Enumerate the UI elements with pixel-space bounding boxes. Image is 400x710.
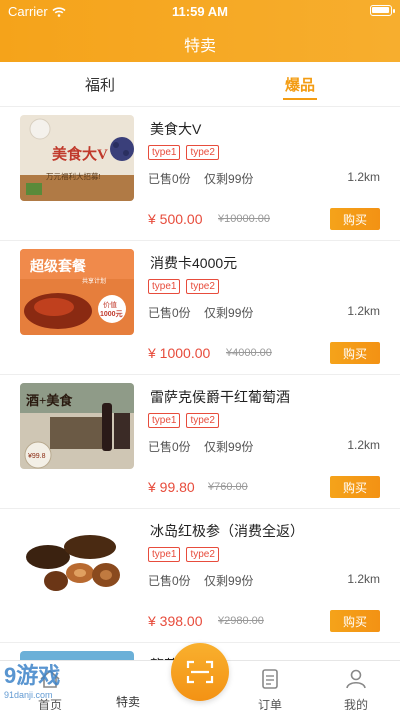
product-image: 酒+美食 ¥99.8 [20,383,134,469]
product-image-graphic: 超级套餐 共享计划 价值 1000元 [20,249,134,335]
product-image: 美食大V 万元福利大招募! [20,115,134,201]
product-item[interactable]: 酒+美食 ¥99.8 雷萨克侯爵干红葡萄酒 type1 type2 已售0份 仅… [0,375,400,509]
scan-button[interactable] [171,643,229,701]
product-name: 消费卡4000元 [150,255,238,271]
remaining-count: 仅剩99份 [204,172,254,186]
product-stock: 已售0份 仅剩99份 [148,438,263,455]
watermark-site: 91danji.com [4,690,53,700]
product-tag: type2 [186,413,219,428]
remaining-count: 仅剩99份 [204,306,254,320]
product-stock: 已售0份 仅剩99份 [148,304,263,321]
product-item[interactable]: 超级套餐 共享计划 价值 1000元 消费卡4000元 type1 type2 … [0,241,400,375]
original-price: ¥760.00 [208,481,248,493]
original-price: ¥4000.00 [226,347,272,359]
product-tag: type1 [148,547,181,562]
price: ¥ 500.00 [148,211,203,227]
tab-orders[interactable]: 订单 [230,669,310,710]
segment-tabs: 福利 爆品 [0,62,400,106]
product-tag: type1 [148,145,181,160]
product-image-graphic [20,517,134,603]
product-tags: type1 type2 [148,145,219,160]
product-name: 美食大V [150,121,202,137]
price: ¥ 398.00 [148,613,203,629]
distance: 1.2km [347,572,380,586]
battery-icon [370,5,395,16]
sold-count: 已售0份 [148,574,191,588]
tab-hot-products[interactable]: 爆品 [270,74,330,95]
product-image-title: 超级套餐 [29,258,87,274]
order-list-icon [262,669,278,689]
distance: 1.2km [347,170,380,184]
product-tags: type1 type2 [148,413,219,428]
product-image-badge: 价值 [103,300,117,309]
status-bar: Carrier 11:59 AM [0,0,400,22]
original-price: ¥10000.00 [218,213,270,225]
tab-mine-label: 我的 [343,698,368,710]
buy-button[interactable]: 购买 [330,208,380,230]
watermark-logo: 9游戏 91danji.com [4,658,60,700]
product-tag: type1 [148,413,181,428]
price: ¥ 99.80 [148,479,195,495]
buy-button[interactable]: 购买 [330,610,380,632]
sold-count: 已售0份 [148,440,191,454]
user-icon [346,669,366,689]
product-image-subtitle: 共享计划 [82,277,106,285]
sold-count: 已售0份 [148,172,191,186]
tab-mine[interactable]: 我的 [316,669,396,710]
active-tab-indicator [283,98,317,100]
remaining-count: 仅剩99份 [204,440,254,454]
tab-orders-label: 订单 [257,698,282,710]
product-name: 雷萨克侯爵干红葡萄酒 [150,389,290,405]
scan-icon [186,660,214,684]
distance: 1.2km [347,438,380,452]
product-stock: 已售0份 仅剩99份 [148,170,263,187]
product-tag: type2 [186,547,219,562]
watermark-text: 9游戏 [4,663,61,688]
product-image-badge-value: 1000元 [100,310,123,318]
product-image: 超级套餐 共享计划 价值 1000元 [20,249,134,335]
product-image-badge: ¥99.8 [28,453,46,460]
product-item[interactable]: 冰岛红极参（消费全返） type1 type2 已售0份 仅剩99份 1.2km… [0,509,400,643]
product-tag: type1 [148,279,181,294]
product-stock: 已售0份 仅剩99份 [148,572,263,589]
page-title: 特卖 [183,38,216,55]
tab-sale[interactable]: 特卖 [88,669,168,710]
product-tag: type2 [186,279,219,294]
product-image-graphic: 美食大V 万元福利大招募! [20,115,134,201]
remaining-count: 仅剩99份 [204,574,254,588]
status-time: 11:59 AM [172,4,228,19]
tab-welfare[interactable]: 福利 [70,74,130,95]
product-image-title: 美食大V [52,145,108,163]
original-price: ¥2980.00 [218,615,264,627]
product-tags: type1 type2 [148,547,219,562]
product-image-graphic: 酒+美食 ¥99.8 [20,383,134,469]
distance: 1.2km [347,304,380,318]
tab-sale-label: 特卖 [115,695,140,709]
product-image [20,517,134,603]
buy-button[interactable]: 购买 [330,476,380,498]
buy-button[interactable]: 购买 [330,342,380,364]
product-image-subtitle: 万元福利大招募! [46,171,101,181]
price: ¥ 1000.00 [148,345,211,361]
product-image-title: 酒+美食 [26,393,73,408]
product-tags: type1 type2 [148,279,219,294]
app-header: Carrier 11:59 AM 特卖 [0,0,400,62]
product-name: 冰岛红极参（消费全返） [150,523,304,539]
product-tag: type2 [186,145,219,160]
product-item[interactable]: 美食大V 万元福利大招募! 美食大V type1 type2 已售0份 仅剩99… [0,107,400,241]
sold-count: 已售0份 [148,306,191,320]
